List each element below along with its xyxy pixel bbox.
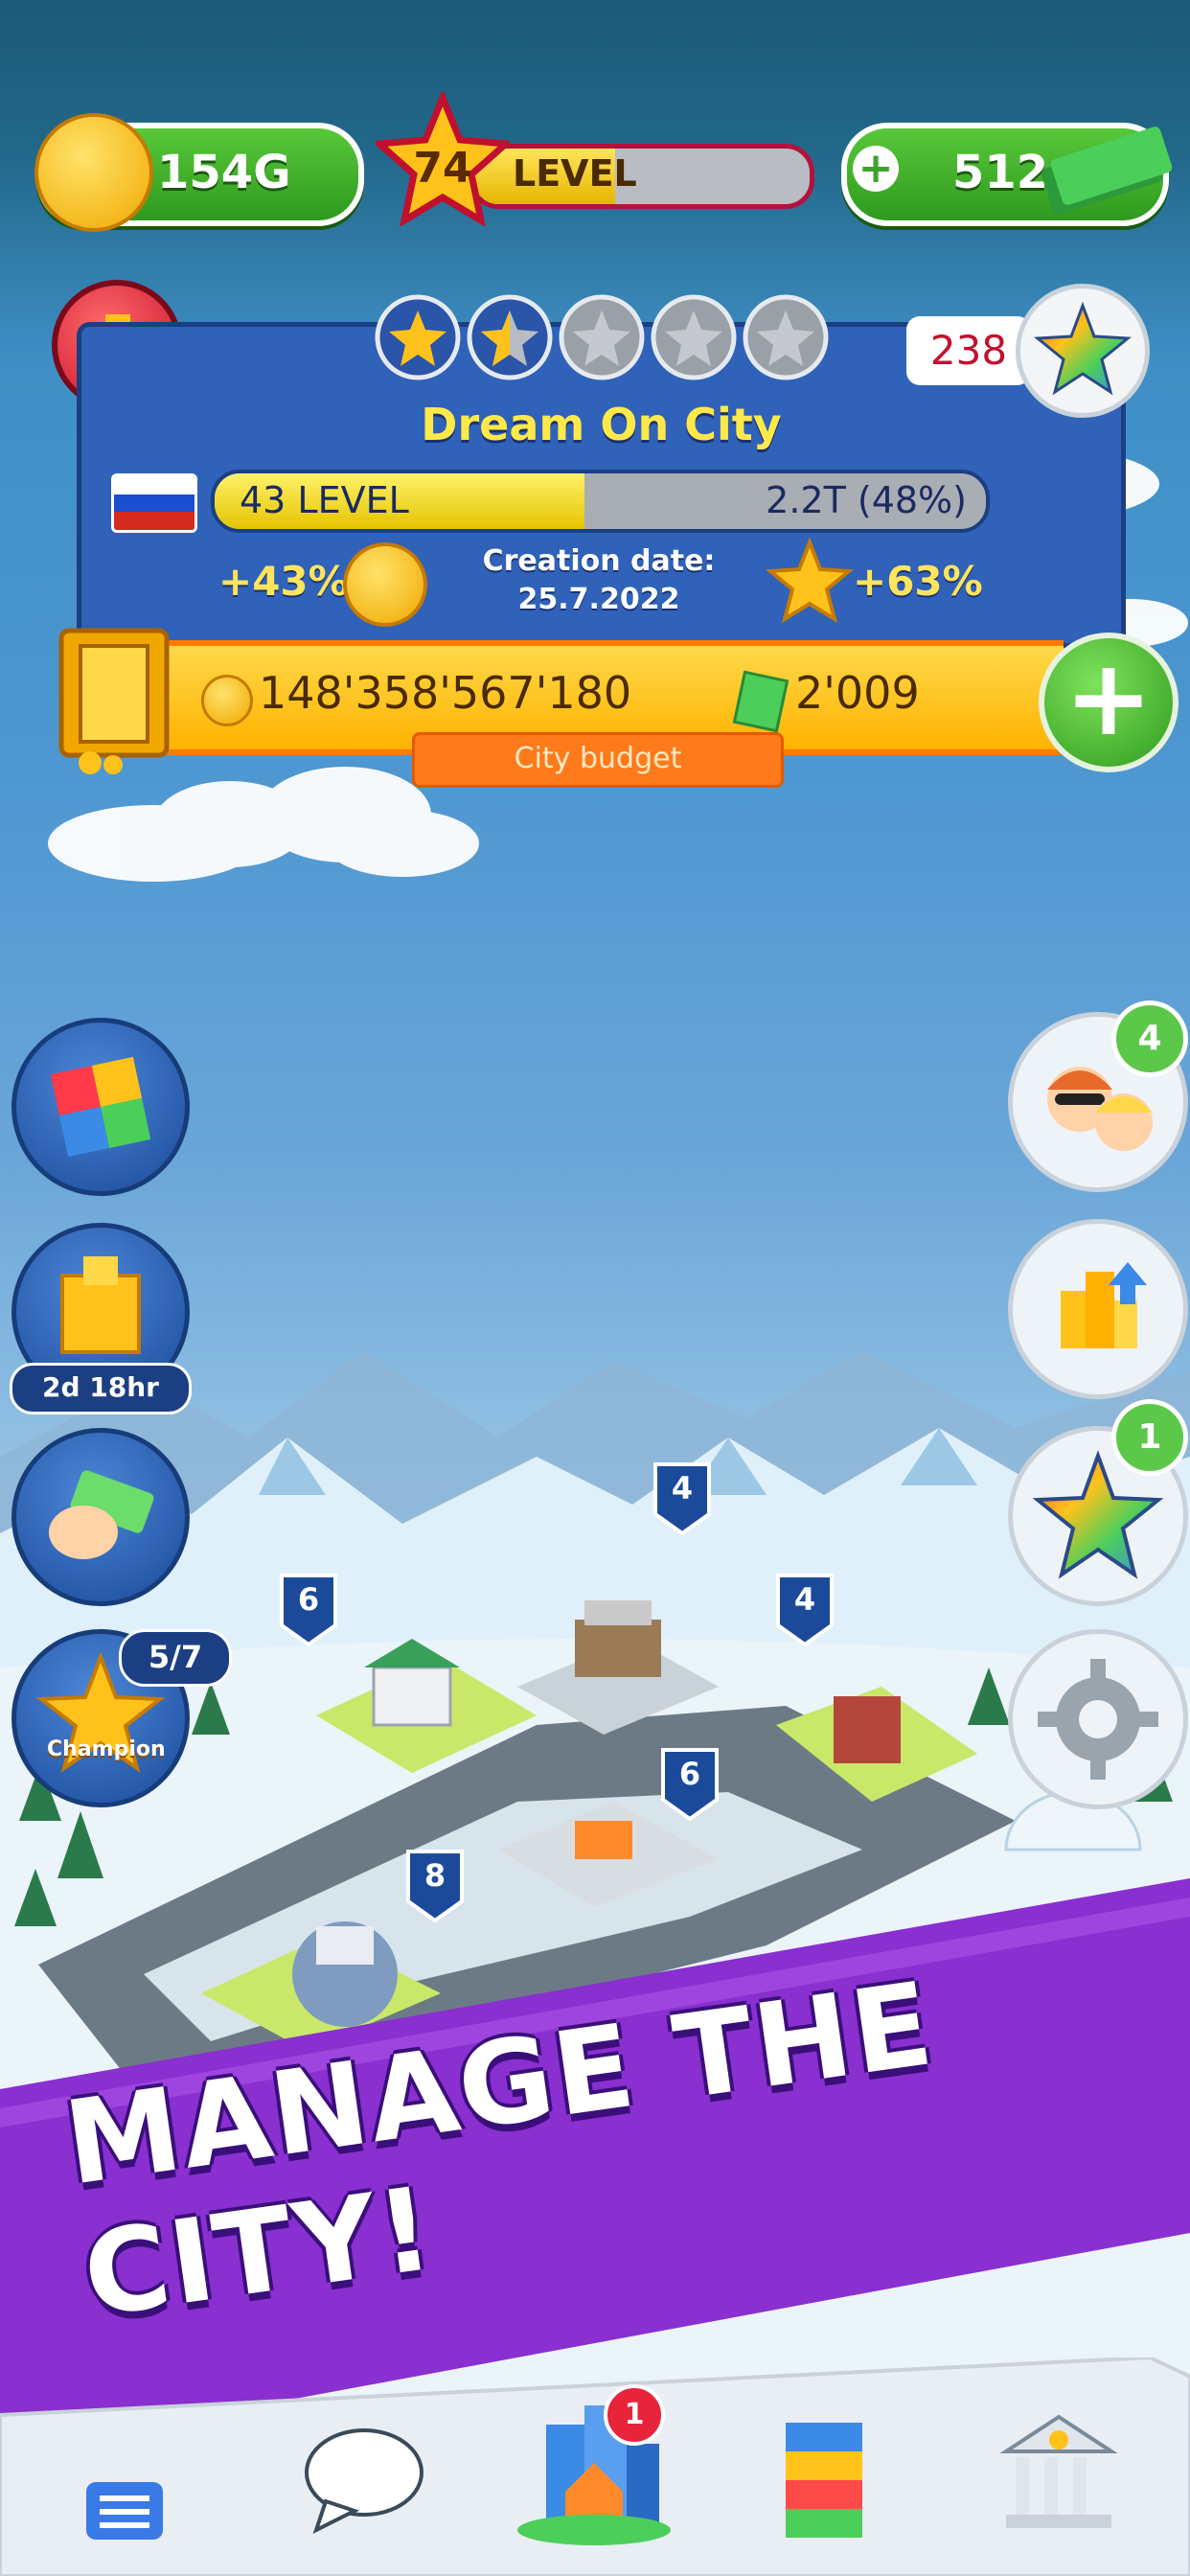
chat-bubble-icon bbox=[305, 2428, 423, 2534]
safe-icon bbox=[58, 628, 170, 774]
chat-tab[interactable] bbox=[287, 2415, 431, 2540]
city-level-text: 43 LEVEL bbox=[240, 479, 409, 521]
map-marker[interactable]: 4 bbox=[774, 1572, 835, 1648]
budget-coin-icon bbox=[201, 675, 253, 726]
map-marker-value: 6 bbox=[297, 1581, 320, 1618]
tower-icon bbox=[786, 2423, 862, 2538]
creation-date-block: Creation date: 25.7.2022 bbox=[479, 542, 719, 619]
star-bonus-value: +63% bbox=[853, 558, 983, 605]
budget-cash-value: 2'009 bbox=[795, 667, 920, 719]
city-upgrade-icon bbox=[1061, 1262, 1147, 1348]
country-flag-icon bbox=[111, 473, 197, 533]
rainbow-star-icon bbox=[1034, 301, 1132, 396]
city-stars-button[interactable] bbox=[1016, 284, 1150, 418]
map-marker[interactable]: 4 bbox=[652, 1460, 713, 1537]
gear-icon bbox=[1038, 1659, 1158, 1780]
add-cash-icon[interactable]: + bbox=[853, 146, 899, 192]
creation-date-value: 25.7.2022 bbox=[517, 583, 680, 616]
map-marker-value: 8 bbox=[423, 1857, 446, 1894]
map-marker-value: 6 bbox=[678, 1756, 701, 1792]
city-star-rating bbox=[375, 294, 829, 380]
coin-bonus-value: +43% bbox=[218, 558, 349, 605]
puzzle-button[interactable] bbox=[11, 1018, 190, 1196]
bank-tab[interactable] bbox=[987, 2404, 1131, 2547]
puzzle-icon bbox=[50, 1056, 151, 1158]
city-star-count: 238 bbox=[906, 316, 1031, 385]
champion-progress: 5/7 bbox=[119, 1629, 232, 1687]
city-xp-text: 2.2T (48%) bbox=[766, 479, 967, 521]
budget-cash-icon bbox=[732, 670, 790, 733]
bank-icon bbox=[999, 2414, 1118, 2528]
budget-coins-value: 148'358'567'180 bbox=[259, 667, 632, 719]
coins-value: 154G bbox=[157, 146, 291, 199]
settings-button[interactable] bbox=[1008, 1629, 1188, 1809]
star-bonus-icon bbox=[765, 537, 855, 624]
cash-stack-icon bbox=[1041, 126, 1173, 215]
buildings-tab[interactable] bbox=[757, 2404, 891, 2547]
champion-label: Champion bbox=[47, 1737, 166, 1761]
city-name: Dream On City bbox=[421, 399, 782, 450]
friends-badge: 4 bbox=[1111, 1000, 1188, 1077]
map-marker[interactable]: 6 bbox=[278, 1572, 339, 1648]
player-level-bar[interactable]: LEVEL bbox=[469, 144, 814, 209]
creation-date-label: Creation date: bbox=[482, 544, 716, 578]
map-marker[interactable]: 6 bbox=[659, 1746, 721, 1823]
player-level-label: LEVEL bbox=[513, 152, 637, 195]
city-upgrade-button[interactable] bbox=[1008, 1219, 1188, 1399]
coin-bonus-icon bbox=[343, 542, 427, 627]
coin-icon bbox=[34, 113, 153, 232]
menu-tab[interactable] bbox=[67, 2463, 182, 2559]
list-icon bbox=[86, 2482, 163, 2540]
add-budget-button[interactable]: + bbox=[1039, 632, 1179, 772]
hand-cash-icon bbox=[49, 1470, 154, 1559]
map-marker[interactable]: 8 bbox=[404, 1848, 466, 1924]
map-marker-value: 4 bbox=[671, 1470, 694, 1506]
player-level-number: 74 bbox=[413, 144, 472, 193]
cash-offer-button[interactable] bbox=[11, 1428, 190, 1606]
stars-badge: 1 bbox=[1111, 1399, 1188, 1476]
city-tab-badge: 1 bbox=[604, 2384, 665, 2446]
map-marker-value: 4 bbox=[793, 1581, 816, 1618]
event-timer: 2d 18hr bbox=[10, 1363, 192, 1414]
city-budget-label: City budget bbox=[412, 732, 784, 788]
city-level-bar: 43 LEVEL 2.2T (48%) bbox=[211, 470, 990, 533]
